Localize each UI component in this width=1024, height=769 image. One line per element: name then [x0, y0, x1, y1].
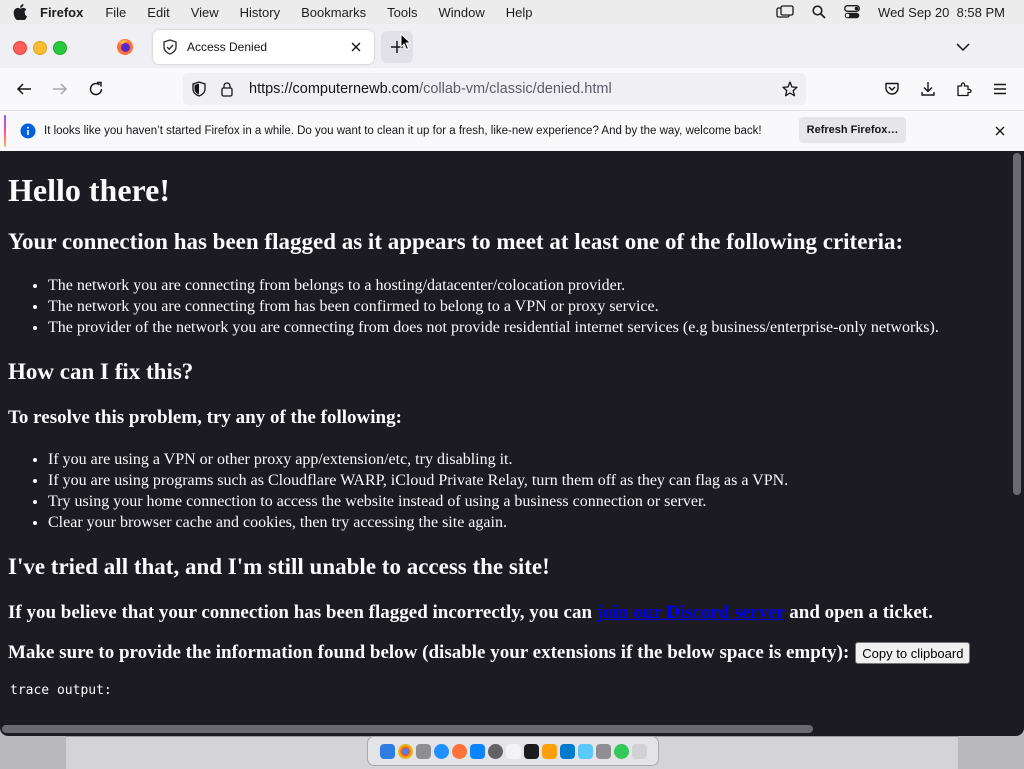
- menu-tools[interactable]: Tools: [387, 5, 417, 20]
- apple-menu-icon[interactable]: [0, 4, 40, 20]
- refresh-firefox-button[interactable]: Refresh Firefox…: [799, 117, 906, 143]
- window-minimize-button[interactable]: [33, 41, 47, 55]
- url-text[interactable]: https://computernewb.com/collab-vm/class…: [249, 81, 782, 97]
- list-item: The network you are connecting from has …: [48, 296, 1008, 317]
- trash-icon[interactable]: [631, 743, 647, 759]
- chrome-icon[interactable]: [397, 743, 413, 759]
- tab-access-denied[interactable]: Access Denied: [153, 30, 374, 64]
- denied-page: Hello there! Your connection has been fl…: [8, 151, 1008, 698]
- textedit-icon[interactable]: [505, 743, 521, 759]
- ticket-instructions: If you believe that your connection has …: [8, 601, 1008, 625]
- list-item: If you are using programs such as Cloudf…: [48, 470, 1008, 491]
- macos-dock: [367, 736, 659, 766]
- resolve-heading: To resolve this problem, try any of the …: [8, 407, 402, 428]
- lock-icon[interactable]: [219, 81, 235, 97]
- menu-file[interactable]: File: [105, 5, 126, 20]
- resolve-list: If you are using a VPN or other proxy ap…: [8, 449, 1008, 533]
- macos-menubar: Firefox File Edit View History Bookmarks…: [0, 0, 1024, 24]
- list-all-tabs-chevron-icon[interactable]: [954, 38, 972, 56]
- page-content: Hello there! Your connection has been fl…: [0, 151, 1024, 736]
- app-menu-firefox[interactable]: Firefox: [40, 5, 83, 20]
- tab-close-icon[interactable]: [348, 39, 364, 55]
- tried-heading: I've tried all that, and I'm still unabl…: [8, 554, 550, 579]
- app-icon[interactable]: [613, 743, 629, 759]
- horizontal-scrollbar-thumb[interactable]: [2, 725, 813, 733]
- finder-icon[interactable]: [379, 743, 395, 759]
- downloads-icon[interactable]: [919, 80, 937, 98]
- provide-info-label: Make sure to provide the information fou…: [8, 642, 850, 663]
- menu-edit[interactable]: Edit: [147, 5, 169, 20]
- reload-icon[interactable]: [87, 80, 105, 98]
- list-item: The provider of the network you are conn…: [48, 317, 1008, 338]
- vertical-scrollbar-thumb[interactable]: [1013, 153, 1021, 495]
- notification-message: It looks like you haven’t started Firefo…: [44, 125, 762, 137]
- screen-mirroring-icon[interactable]: [776, 5, 794, 19]
- back-arrow-icon[interactable]: [15, 80, 33, 98]
- criteria-heading: Your connection has been flagged as it a…: [8, 229, 904, 254]
- terminal-icon[interactable]: [523, 743, 539, 759]
- ticket-suffix: and open a ticket.: [789, 602, 933, 623]
- bookmark-star-icon[interactable]: [782, 81, 798, 97]
- provide-info-text: Make sure to provide the information fou…: [8, 641, 1008, 665]
- firefox-view-icon[interactable]: [116, 38, 134, 56]
- extensions-puzzle-icon[interactable]: [955, 80, 973, 98]
- menu-help[interactable]: Help: [506, 5, 533, 20]
- control-center-icon[interactable]: [844, 5, 860, 19]
- preview-icon[interactable]: [577, 743, 593, 759]
- firefox-window: Access Denied https://computernewb.com/c…: [0, 24, 1024, 736]
- mouse-pointer-icon: [400, 33, 412, 51]
- ticket-prefix: If you believe that your connection has …: [8, 602, 593, 623]
- window-close-button[interactable]: [13, 41, 27, 55]
- pocket-icon[interactable]: [883, 80, 901, 98]
- site-favicon-icon: [162, 39, 178, 55]
- list-item: Clear your browser cache and cookies, th…: [48, 512, 1008, 533]
- notification-bar: It looks like you haven’t started Firefo…: [0, 110, 1024, 151]
- criteria-list: The network you are connecting from belo…: [8, 275, 1008, 338]
- info-icon: [20, 123, 36, 139]
- disk-utility-icon[interactable]: [595, 743, 611, 759]
- page-heading: Hello there!: [8, 172, 171, 208]
- firefox-icon[interactable]: [451, 743, 467, 759]
- discord-server-link[interactable]: join our Discord server: [597, 602, 785, 623]
- tab-title: Access Denied: [187, 40, 268, 54]
- url-path: /collab-vm/classic/denied.html: [419, 81, 612, 97]
- forward-arrow-icon[interactable]: [51, 80, 69, 98]
- java-icon[interactable]: [541, 743, 557, 759]
- url-host: https://computernewb.com: [249, 81, 420, 97]
- list-item: The network you are connecting from belo…: [48, 275, 1008, 296]
- list-item: Try using your home connection to access…: [48, 491, 1008, 512]
- notification-accent-stripe: [4, 115, 6, 147]
- vscode-icon[interactable]: [559, 743, 575, 759]
- menu-history[interactable]: History: [240, 5, 280, 20]
- address-bar[interactable]: https://computernewb.com/collab-vm/class…: [183, 73, 806, 105]
- menu-window[interactable]: Window: [439, 5, 485, 20]
- menu-view[interactable]: View: [191, 5, 219, 20]
- menu-bookmarks[interactable]: Bookmarks: [301, 5, 366, 20]
- notification-close-icon[interactable]: [992, 123, 1008, 139]
- trace-output-label: trace output:: [10, 683, 112, 698]
- navigation-toolbar: https://computernewb.com/collab-vm/class…: [0, 68, 1024, 110]
- system-settings-icon[interactable]: [487, 743, 503, 759]
- copy-to-clipboard-button[interactable]: Copy to clipboard: [855, 642, 971, 664]
- safari-icon[interactable]: [433, 743, 449, 759]
- launchpad-icon[interactable]: [415, 743, 431, 759]
- hamburger-menu-icon[interactable]: [991, 80, 1009, 98]
- tab-strip: Access Denied: [0, 24, 1024, 68]
- fix-heading: How can I fix this?: [8, 359, 194, 384]
- list-item: If you are using a VPN or other proxy ap…: [48, 449, 1008, 470]
- app-store-icon[interactable]: [469, 743, 485, 759]
- tracking-protection-shield-icon[interactable]: [191, 81, 207, 97]
- window-zoom-button[interactable]: [53, 41, 67, 55]
- spotlight-search-icon[interactable]: [812, 5, 826, 19]
- menubar-clock[interactable]: Wed Sep 20 8:58 PM: [878, 5, 1005, 20]
